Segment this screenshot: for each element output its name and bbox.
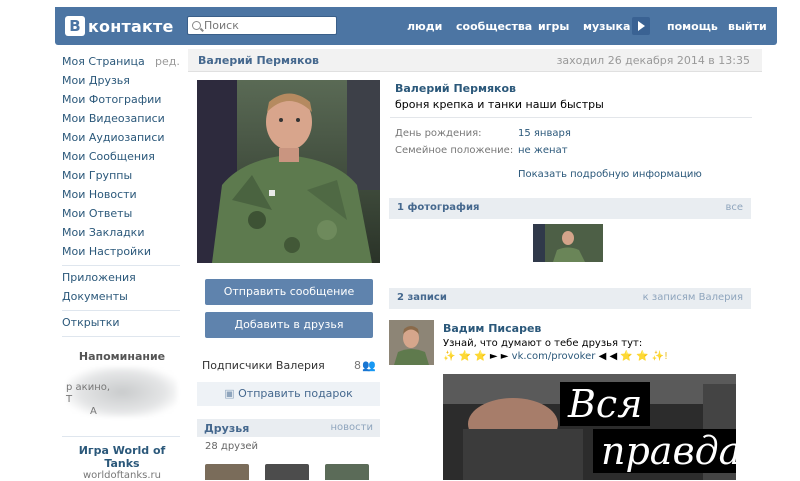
photos-all-link[interactable]: все: [725, 202, 743, 213]
wall-title[interactable]: 2 записи: [397, 292, 447, 303]
star-icon: ⭐: [474, 351, 487, 362]
friends-section-header: Друзья новости: [197, 419, 380, 437]
menu-my-messages[interactable]: Мои Сообщения: [62, 150, 155, 163]
profile-avatar[interactable]: [197, 80, 380, 263]
profile-status[interactable]: броня крепка и танки наши быстры: [395, 98, 604, 111]
ad-title[interactable]: Напоминание: [72, 350, 172, 363]
wall-all-link[interactable]: к записям Валерия: [643, 292, 743, 303]
star-icon: ⭐: [458, 351, 472, 362]
menu-my-photos[interactable]: Мои Фотографии: [62, 93, 161, 106]
image-caption-bottom: правда: [593, 429, 736, 473]
search-icon: [192, 21, 201, 30]
post-avatar-photo: [389, 320, 434, 365]
menu-edit-link[interactable]: ред.: [155, 55, 180, 68]
ad-blur-text: Т: [66, 394, 73, 405]
last-seen: заходил 26 декабря 2014 в 13:35: [556, 54, 750, 67]
menu-my-answers[interactable]: Мои Ответы: [62, 207, 132, 220]
wall-section-header: 2 записи к записям Валерия: [389, 288, 751, 309]
nav-games[interactable]: игры: [538, 20, 569, 33]
logo-text: контакте: [88, 16, 174, 36]
menu-cards[interactable]: Открытки: [62, 316, 120, 329]
post-link-line: ✨ ⭐ ⭐ ► ► vk.com/provoker ◀ ◀ ⭐ ⭐ ✨!: [443, 351, 668, 362]
image-caption-top: Вся: [560, 382, 651, 426]
menu-my-settings[interactable]: Мои Настройки: [62, 245, 151, 258]
nav-logout[interactable]: выйти: [728, 20, 767, 33]
menu-apps[interactable]: Приложения: [62, 271, 136, 284]
play-icon[interactable]: [632, 17, 650, 35]
friend-avatar[interactable]: [325, 464, 369, 480]
send-message-button[interactable]: Отправить сообщение: [205, 279, 373, 305]
sparkle-icon: ✨: [443, 351, 456, 362]
photo-thumbnail[interactable]: [533, 224, 603, 262]
friends-count: 28 друзей: [205, 441, 259, 452]
ad-blur-text: А: [90, 406, 97, 417]
menu-divider: [62, 336, 180, 337]
vk-logo[interactable]: В контакте: [65, 16, 174, 36]
menu-my-friends[interactable]: Мои Друзья: [62, 74, 130, 87]
post-image[interactable]: Вся правда: [443, 374, 736, 480]
ad-game-url[interactable]: worldoftanks.ru: [62, 470, 182, 481]
photo-image: [533, 224, 603, 262]
search-input[interactable]: Поиск: [187, 16, 337, 35]
friend-avatar[interactable]: [265, 464, 309, 480]
menu-my-audio[interactable]: Мои Аудиозаписи: [62, 131, 165, 144]
send-gift-label: Отправить подарок: [238, 387, 353, 400]
gift-icon: ▣: [224, 387, 235, 400]
nav-music[interactable]: музыка: [583, 20, 630, 33]
birthday-label: День рождения:: [395, 128, 482, 139]
people-icon: 👥: [362, 359, 376, 372]
star-icon: ⭐: [620, 351, 633, 362]
info-divider: [390, 117, 752, 118]
birthday-value[interactable]: 15 января: [518, 128, 571, 139]
menu-divider: [62, 310, 180, 311]
avatar-photo: [197, 80, 380, 263]
logo-letter: В: [65, 16, 85, 36]
menu-divider: [62, 265, 180, 266]
add-friend-button[interactable]: Добавить в друзья: [205, 312, 373, 338]
post-text: Узнай, что думают о тебе друзья тут:: [443, 338, 643, 349]
menu-my-videos[interactable]: Мои Видеозаписи: [62, 112, 165, 125]
menu-my-news[interactable]: Мои Новости: [62, 188, 137, 201]
arrow-left-icon: ◀ ◀: [598, 351, 618, 362]
menu-divider: [62, 436, 180, 437]
show-more-link[interactable]: Показать подробную информацию: [518, 169, 702, 180]
profile-header-bar: Валерий Пермяков заходил 26 декабря 2014…: [188, 49, 762, 72]
post-link[interactable]: vk.com/provoker: [512, 351, 596, 362]
profile-header-name: Валерий Пермяков: [198, 54, 320, 67]
nav-people[interactable]: люди: [407, 20, 442, 33]
subscribers-row[interactable]: Подписчики Валерия 8 👥: [202, 359, 376, 372]
photos-title[interactable]: 1 фотография: [397, 202, 479, 213]
star-icon: ⭐: [635, 351, 649, 362]
menu-documents[interactable]: Документы: [62, 290, 128, 303]
menu-my-bookmarks[interactable]: Мои Закладки: [62, 226, 144, 239]
subscribers-count: 8: [354, 359, 361, 372]
menu-my-page[interactable]: Моя Страница: [62, 55, 145, 68]
ad-game-title[interactable]: Игра World of Tanks: [62, 444, 182, 470]
search-placeholder: Поиск: [204, 19, 239, 32]
family-value[interactable]: не женат: [518, 145, 568, 156]
photos-section-header: 1 фотография все: [389, 198, 751, 219]
friends-news-link[interactable]: новости: [331, 422, 374, 433]
subscribers-label: Подписчики Валерия: [202, 359, 325, 372]
friends-title[interactable]: Друзья: [204, 422, 249, 435]
ad-blur-text: р акино,: [66, 382, 111, 393]
family-label: Семейное положение:: [395, 145, 514, 156]
top-bar: В контакте Поиск люди сообщества игры му…: [55, 7, 777, 45]
friend-avatar[interactable]: [205, 464, 249, 480]
send-gift-button[interactable]: ▣ Отправить подарок: [197, 382, 380, 406]
profile-name: Валерий Пермяков: [395, 82, 517, 95]
arrow-right-icon: ► ►: [489, 351, 509, 362]
menu-my-groups[interactable]: Мои Группы: [62, 169, 132, 182]
nav-communities[interactable]: сообщества: [456, 20, 532, 33]
sparkle-icon: ✨!: [651, 351, 669, 362]
post-author-name[interactable]: Вадим Писарев: [443, 322, 541, 335]
nav-help[interactable]: помощь: [667, 20, 718, 33]
post-author-avatar[interactable]: [389, 320, 434, 365]
